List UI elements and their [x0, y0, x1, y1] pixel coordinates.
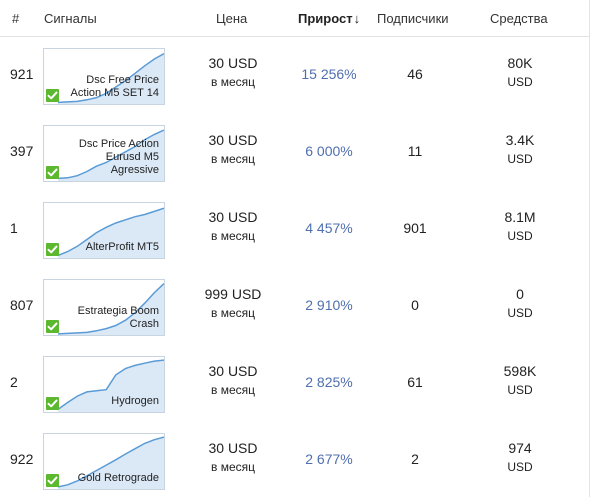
signal-chart-thumbnail[interactable]: Estrategia Boom Crash — [43, 279, 165, 336]
table-row[interactable]: 921 Dsc Free Price Action M5 SET 14 30 U… — [0, 38, 590, 115]
subscribers-count: 61 — [407, 374, 423, 390]
table-row[interactable]: 922 Gold Retrograde 30 USD в месяц 2 677… — [0, 423, 590, 500]
signal-name[interactable]: Dsc Free Price Action M5 SET 14 — [71, 74, 159, 100]
signal-chart-thumbnail[interactable]: Gold Retrograde — [43, 433, 165, 490]
verified-check-icon — [46, 243, 59, 256]
growth-value: 4 457% — [305, 220, 353, 236]
signal-name[interactable]: Dsc Price Action Eurusd M5 Agressive — [79, 138, 159, 177]
table-row[interactable]: 2 Hydrogen 30 USD в месяц 2 825% 61 598K — [0, 346, 590, 423]
funds-value: 8.1M — [504, 209, 536, 225]
signals-table: # Сигналы Цена Прирост↓ Подписчики Средс… — [0, 0, 590, 497]
funds-value: 80K — [507, 55, 533, 71]
signal-chart-thumbnail[interactable]: Hydrogen — [43, 356, 165, 413]
funds-cell: 80K USD — [480, 54, 560, 92]
header-growth[interactable]: Прирост↓ — [298, 11, 360, 26]
price-cell: 30 USD в месяц — [196, 208, 270, 246]
price-value: 999 USD — [204, 286, 262, 302]
funds-cell: 598K USD — [480, 362, 560, 400]
price-period: в месяц — [210, 75, 255, 89]
subscribers-count: 46 — [407, 66, 423, 82]
growth-value: 6 000% — [305, 143, 353, 159]
signal-name[interactable]: AlterProfit MT5 — [86, 241, 159, 254]
funds-currency: USD — [507, 383, 533, 397]
header-signals[interactable]: Сигналы — [44, 11, 97, 26]
header-funds[interactable]: Средства — [490, 11, 548, 26]
signal-name-line: Estrategia Boom — [77, 305, 159, 317]
growth-value: 15 256% — [301, 66, 357, 82]
growth-value: 2 825% — [305, 374, 353, 390]
signal-name-line: Dsc Price Action — [78, 138, 159, 150]
signal-name-line: Agressive — [110, 164, 159, 176]
funds-cell: 3.4K USD — [480, 131, 560, 169]
verified-check-icon — [46, 320, 59, 333]
signal-name[interactable]: Hydrogen — [111, 395, 159, 408]
table-header: # Сигналы Цена Прирост↓ Подписчики Средс… — [0, 0, 590, 37]
signal-name[interactable]: Estrategia Boom Crash — [78, 305, 159, 331]
signal-name-line: Dsc Free Price — [86, 74, 159, 86]
subscribers-count: 2 — [411, 451, 419, 467]
price-period: в месяц — [210, 460, 255, 474]
subscribers-count: 901 — [403, 220, 427, 236]
price-value: 30 USD — [208, 363, 258, 379]
signal-name[interactable]: Gold Retrograde — [78, 472, 159, 485]
signal-name-line: Crash — [129, 318, 159, 330]
header-price[interactable]: Цена — [216, 11, 247, 26]
verified-check-icon — [46, 474, 59, 487]
signal-chart-thumbnail[interactable]: Dsc Price Action Eurusd M5 Agressive — [43, 125, 165, 182]
funds-value: 3.4K — [505, 132, 535, 148]
row-rank: 1 — [10, 220, 18, 236]
price-period: в месяц — [210, 306, 255, 320]
subscribers-count: 11 — [407, 143, 423, 159]
price-cell: 30 USD в месяц — [196, 54, 270, 92]
funds-currency: USD — [507, 460, 533, 474]
funds-value: 0 — [516, 286, 524, 302]
table-row[interactable]: 1 AlterProfit MT5 30 USD в месяц 4 457% … — [0, 192, 590, 269]
signal-chart-thumbnail[interactable]: AlterProfit MT5 — [43, 202, 165, 259]
verified-check-icon — [46, 397, 59, 410]
table-row[interactable]: 397 Dsc Price Action Eurusd M5 Agressive… — [0, 115, 590, 192]
row-rank: 807 — [10, 297, 34, 313]
row-rank: 922 — [10, 451, 34, 467]
price-period: в месяц — [210, 383, 255, 397]
verified-check-icon — [46, 89, 59, 102]
funds-cell: 974 USD — [480, 439, 560, 477]
price-value: 30 USD — [208, 132, 258, 148]
price-value: 30 USD — [208, 209, 258, 225]
verified-check-icon — [46, 166, 59, 179]
signal-name-line: Gold Retrograde — [77, 472, 159, 484]
funds-currency: USD — [507, 75, 533, 89]
signal-name-line: Hydrogen — [111, 395, 159, 407]
price-value: 30 USD — [208, 440, 258, 456]
row-rank: 921 — [10, 66, 34, 82]
growth-value: 2 677% — [305, 451, 353, 467]
price-value: 30 USD — [208, 55, 258, 71]
funds-value: 974 — [508, 440, 532, 456]
price-cell: 30 USD в месяц — [196, 439, 270, 477]
header-rank[interactable]: # — [12, 11, 19, 26]
funds-value: 598K — [503, 363, 537, 379]
growth-value: 2 910% — [305, 297, 353, 313]
signal-name-line: AlterProfit MT5 — [85, 241, 159, 253]
table-row[interactable]: 807 Estrategia Boom Crash 999 USD в меся… — [0, 269, 590, 346]
funds-cell: 0 USD — [480, 285, 560, 323]
price-cell: 999 USD в месяц — [196, 285, 270, 323]
subscribers-count: 0 — [411, 297, 419, 313]
header-subscribers[interactable]: Подписчики — [377, 11, 449, 26]
funds-cell: 8.1M USD — [480, 208, 560, 246]
row-rank: 397 — [10, 143, 34, 159]
price-period: в месяц — [210, 229, 255, 243]
signal-name-line: Action M5 SET 14 — [70, 87, 159, 99]
price-period: в месяц — [210, 152, 255, 166]
sort-desc-icon: ↓ — [353, 11, 361, 26]
signal-name-line: Eurusd M5 — [105, 151, 159, 163]
row-rank: 2 — [10, 374, 18, 390]
price-cell: 30 USD в месяц — [196, 362, 270, 400]
signal-chart-thumbnail[interactable]: Dsc Free Price Action M5 SET 14 — [43, 48, 165, 105]
funds-currency: USD — [507, 152, 533, 166]
funds-currency: USD — [507, 229, 533, 243]
header-growth-label: Прирост — [298, 11, 353, 26]
price-cell: 30 USD в месяц — [196, 131, 270, 169]
funds-currency: USD — [507, 306, 533, 320]
